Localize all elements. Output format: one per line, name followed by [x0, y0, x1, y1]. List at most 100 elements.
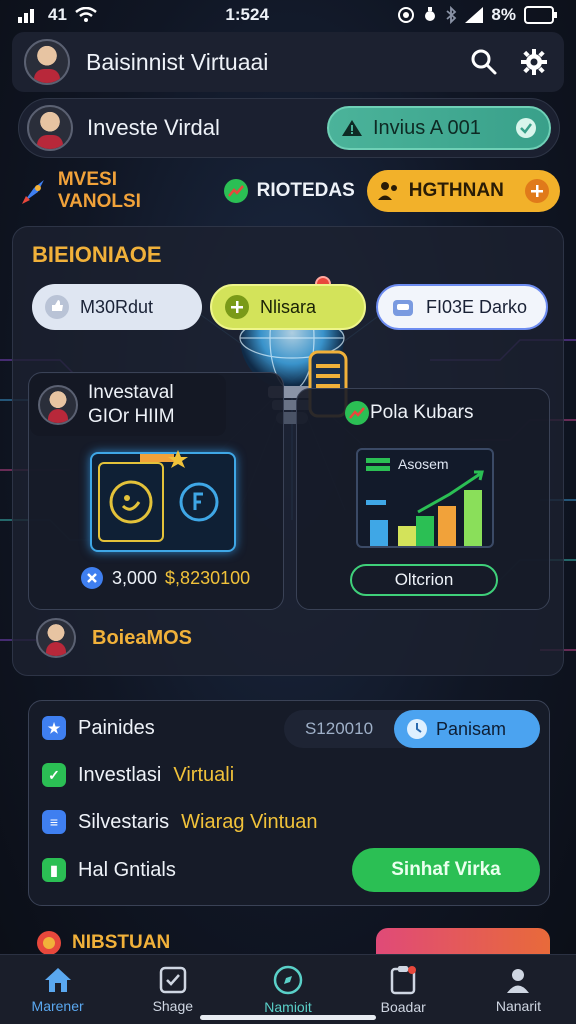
row-label: Silvestaris — [78, 810, 170, 833]
growth-icon — [345, 401, 369, 425]
list-row-investlasi[interactable]: ✓ Investlasi Virtuali — [42, 763, 234, 787]
nav-boadar[interactable]: Boadar — [346, 955, 461, 1024]
profile-name: Investe Virdal — [87, 115, 220, 140]
money-row: 3,000 $,8230100 — [80, 566, 250, 590]
chip-investasi[interactable]: MVESI VANOLSI — [20, 169, 205, 213]
plus-icon — [225, 295, 249, 319]
chip-label: RIOTEDAS — [256, 180, 355, 201]
currency-icon — [174, 472, 224, 532]
bluetooth-icon — [446, 6, 457, 24]
status-bar: 41 1:524 8% — [0, 0, 576, 30]
pill-fi03e-darko[interactable]: FI03E Darko — [376, 284, 548, 330]
settings-button[interactable] — [516, 44, 552, 80]
search-icon — [471, 49, 497, 75]
people-icon — [377, 182, 397, 200]
amount-pill: S120010 Panisam — [284, 710, 540, 748]
user-tag: Investaval GIOr HIIM — [30, 374, 226, 436]
chip-label: HGTHNAN — [408, 180, 504, 201]
home-indicator[interactable] — [200, 1015, 376, 1020]
app-title: Baisinnist Virtuaai — [86, 48, 269, 75]
invite-button[interactable]: Invius A 001 — [327, 106, 551, 150]
coin-small-icon — [81, 567, 103, 589]
cell-signal-icon — [465, 7, 484, 23]
analytics-button[interactable]: Oltcrion — [350, 564, 498, 596]
rocket-icon — [21, 180, 44, 204]
boards-avatar — [36, 618, 76, 658]
nav-shage[interactable]: Shage — [115, 955, 230, 1024]
coin-icon — [98, 462, 164, 542]
clock-icon — [407, 719, 427, 739]
list-row-silvestaris[interactable]: ≡ Silvestaris Wiarag Vintuan — [42, 810, 318, 834]
peek-section: NIBSTUAN — [36, 930, 170, 956]
profile-avatar[interactable] — [27, 105, 73, 151]
app-avatar[interactable] — [24, 39, 70, 85]
amount-button-label: Panisam — [436, 718, 507, 739]
nav-label: Marener — [31, 997, 84, 1014]
chart-label: Asosem — [398, 456, 449, 472]
pill-nlisara[interactable]: Nlisara — [210, 284, 366, 330]
row-label: Painides — [78, 716, 155, 739]
analytics-title: Pola Kubars — [370, 402, 474, 423]
search-button[interactable] — [466, 44, 502, 80]
record-icon — [398, 7, 415, 23]
boards-title: BoieaMOS — [92, 626, 193, 649]
clock: 1:524 — [225, 5, 269, 24]
chip-hgthnan[interactable]: HGTHNAN — [366, 170, 560, 212]
battery-text: 8% — [491, 5, 516, 24]
compass-icon — [273, 965, 303, 994]
list-row-painides[interactable]: ★ Painides — [42, 716, 155, 740]
bar-icon: ▮ — [42, 858, 66, 882]
nav-label: Boadar — [380, 998, 426, 1015]
invite-label: Invius A 001 — [373, 116, 481, 139]
thumb-icon — [45, 295, 69, 319]
trend-icon — [223, 179, 248, 203]
home-icon — [44, 967, 71, 992]
pill-label: Nlisara — [260, 296, 317, 317]
battery-icon — [523, 6, 557, 24]
checkbox-icon — [159, 966, 187, 993]
nav-label: Nanarit — [495, 997, 541, 1014]
nav-profile[interactable]: Nanarit — [461, 955, 576, 1024]
gear-icon — [521, 49, 547, 75]
list-row-hal-gntials[interactable]: ▮ Hal Gntials — [42, 858, 176, 882]
row-highlight: Virtuali — [173, 763, 235, 786]
analytics-header: Pola Kubars — [345, 401, 474, 425]
signal-icon — [18, 9, 34, 23]
user-avatar — [38, 385, 78, 425]
mini-chart: Asosem — [356, 448, 494, 548]
user-line2: GIOr HIIM — [88, 406, 175, 427]
user-line1: Investaval — [88, 382, 174, 403]
clipboard-icon — [390, 965, 417, 994]
badge-icon — [37, 931, 61, 955]
pill-m30rdut[interactable]: M30Rdut — [32, 284, 202, 330]
profile-bar: Investe Virdal Invius A 001 — [18, 98, 560, 158]
action-button[interactable]: Sinhaf Virka — [352, 848, 540, 892]
wifi-icon — [75, 7, 97, 22]
amount-button[interactable]: Panisam — [394, 710, 540, 748]
row-label: Investlasi — [78, 763, 162, 786]
app-bar: Baisinnist Virtuaai — [12, 32, 564, 92]
money-value-secondary: $,8230100 — [165, 567, 251, 588]
chip-riotedas[interactable]: RIOTEDAS — [223, 178, 355, 204]
chip-row: MVESI VANOLSI RIOTEDAS HGTHNAN — [20, 168, 560, 214]
bottom-nav: Marener Shage Namioit Boadar Nanarit — [0, 954, 576, 1024]
check-icon: ✓ — [42, 763, 66, 787]
document-icon: ≡ — [42, 810, 66, 834]
user-icon — [507, 968, 530, 993]
wallet-icon — [393, 300, 413, 316]
alarm-icon — [425, 7, 436, 21]
nav-namioit[interactable]: Namioit — [230, 955, 345, 1024]
warning-icon — [342, 120, 362, 136]
money-value: 3,000 — [112, 567, 158, 588]
nav-home[interactable]: Marener — [0, 955, 115, 1024]
peek-title: NIBSTUAN — [72, 932, 171, 953]
nav-label: Shage — [152, 997, 194, 1014]
signal-text: 41 — [48, 5, 67, 24]
pill-label: FI03E Darko — [426, 296, 528, 317]
star-icon — [140, 450, 188, 468]
row-label: Hal Gntials — [78, 858, 176, 881]
chip-label: MVESI VANOLSI — [57, 169, 141, 212]
pill-label: M30Rdut — [80, 296, 154, 317]
star-badge-icon: ★ — [42, 716, 66, 740]
row-highlight: Wiarag Vintuan — [181, 810, 318, 833]
